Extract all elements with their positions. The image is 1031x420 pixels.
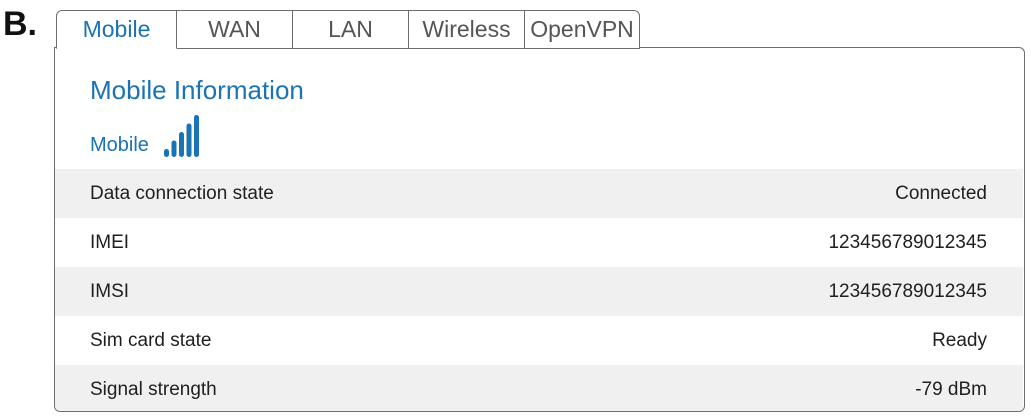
table-row: IMEI 123456789012345: [55, 218, 1023, 267]
table-row: IMSI 123456789012345: [55, 267, 1023, 316]
mobile-info-panel: Mobile Information Mobile Data connectio…: [54, 47, 1025, 412]
row-label: Sim card state: [90, 329, 212, 351]
table-row: Signal strength -79 dBm: [55, 365, 1023, 411]
row-value: 123456789012345: [828, 231, 987, 253]
signal-bar: [193, 115, 199, 157]
signal-bar: [171, 140, 177, 157]
tab-mobile[interactable]: Mobile: [56, 10, 177, 49]
section-title: Mobile Information: [90, 75, 304, 105]
mobile-label: Mobile: [90, 134, 149, 156]
tab-lan[interactable]: LAN: [293, 10, 409, 49]
row-value: Ready: [932, 329, 987, 351]
row-label: Signal strength: [90, 378, 217, 400]
screenshot: B. Mobile WAN LAN Wireless OpenVPN Mobil…: [0, 0, 1031, 420]
tab-wireless[interactable]: Wireless: [409, 10, 525, 49]
table-row: Sim card state Ready: [55, 316, 1023, 365]
signal-bar: [178, 132, 184, 157]
tab-bar: Mobile WAN LAN Wireless OpenVPN: [56, 10, 640, 49]
tab-openvpn[interactable]: OpenVPN: [525, 10, 640, 49]
signal-bar: [163, 149, 169, 157]
row-label: Data connection state: [90, 182, 274, 204]
row-value: -79 dBm: [915, 378, 987, 400]
tab-wan[interactable]: WAN: [177, 10, 293, 49]
table-row: Data connection state Connected: [55, 169, 1023, 218]
row-value: Connected: [895, 182, 987, 204]
signal-bars-icon: [163, 115, 199, 157]
row-label: IMEI: [90, 231, 130, 253]
row-value: 123456789012345: [828, 280, 987, 302]
signal-bar: [186, 123, 192, 157]
mobile-signal-row: Mobile: [90, 108, 201, 158]
info-table: Data connection state Connected IMEI 123…: [55, 169, 1023, 411]
figure-letter: B.: [3, 5, 37, 43]
row-label: IMSI: [90, 280, 130, 302]
